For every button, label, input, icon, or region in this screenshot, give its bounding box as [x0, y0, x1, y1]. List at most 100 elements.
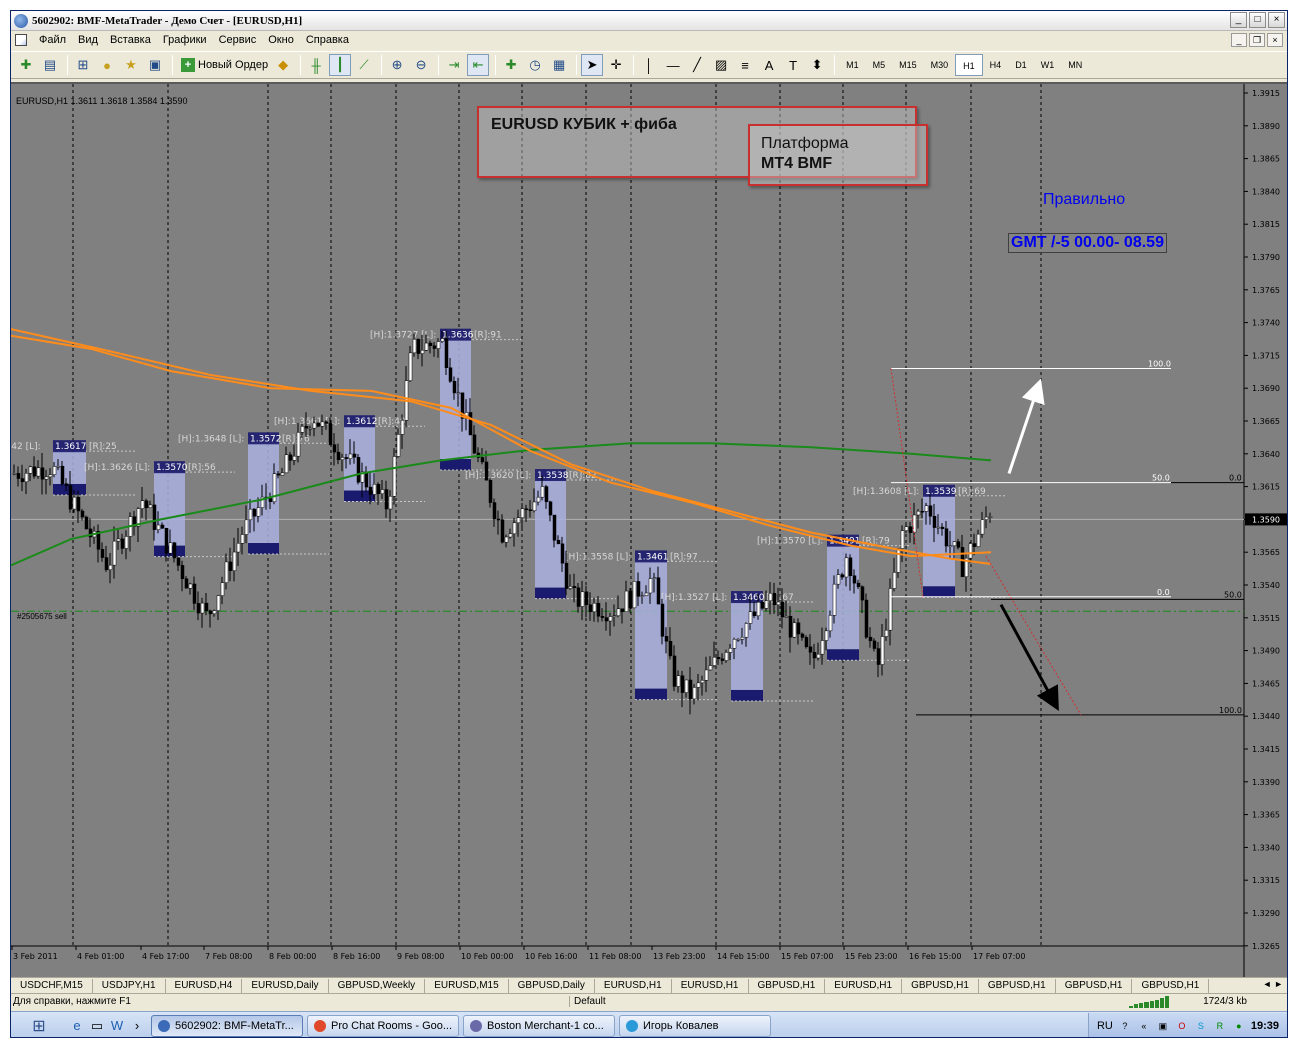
zoom-out-icon[interactable]: ⊖: [410, 54, 432, 76]
mdi-close-button[interactable]: ×: [1267, 33, 1283, 47]
arrows-icon[interactable]: ⬍: [806, 54, 828, 76]
mdi-minimize-button[interactable]: _: [1231, 33, 1247, 47]
chart-tab[interactable]: GBPUSD,H1: [1056, 978, 1133, 993]
line-chart-icon[interactable]: ⟋: [353, 54, 375, 76]
taskbar-task[interactable]: Pro Chat Rooms - Goo...: [307, 1014, 459, 1037]
text-label-icon[interactable]: T: [782, 54, 804, 76]
menu-help[interactable]: Справка: [300, 34, 355, 46]
candle-body: [184, 578, 189, 589]
platform-annotation[interactable]: Платформа МТ4 BMF: [748, 124, 928, 186]
new-chart-icon[interactable]: ✚: [15, 54, 37, 76]
timeframe-h1[interactable]: H1: [955, 54, 983, 76]
bid-price-label: 1.3590: [1252, 515, 1280, 524]
timeframe-m15[interactable]: M15: [892, 54, 924, 76]
autoscroll-icon[interactable]: ⇥: [443, 54, 465, 76]
expert-advisors-icon[interactable]: ◆: [272, 54, 294, 76]
timeframe-m5[interactable]: M5: [866, 54, 893, 76]
chart-tab[interactable]: GBPUSD,H1: [979, 978, 1056, 993]
cursor-icon[interactable]: ➤: [581, 54, 604, 76]
vertical-line-icon[interactable]: │: [638, 54, 660, 76]
timeframe-d1[interactable]: D1: [1008, 54, 1034, 76]
timeframe-w1[interactable]: W1: [1034, 54, 1062, 76]
menu-charts[interactable]: Графики: [157, 34, 213, 46]
ru-tray-icon[interactable]: R: [1213, 1019, 1227, 1033]
menu-tools[interactable]: Сервис: [213, 34, 263, 46]
navigator-icon[interactable]: ★: [120, 54, 142, 76]
opera-tray-icon[interactable]: O: [1175, 1019, 1189, 1033]
fibonacci-icon[interactable]: ≡: [734, 54, 756, 76]
menu-window[interactable]: Окно: [262, 34, 300, 46]
timeframe-mn[interactable]: MN: [1061, 54, 1089, 76]
cube-box-base: [731, 689, 763, 701]
crosshair-icon[interactable]: ✛: [605, 54, 627, 76]
chart-tab[interactable]: GBPUSD,Weekly: [329, 978, 426, 993]
price-tick-label: 1.3490: [1252, 647, 1280, 656]
chart-tab[interactable]: EURUSD,H1: [595, 978, 672, 993]
system-tray: RU ? « ▣ O S R ● 19:39: [1087, 1012, 1287, 1037]
status-profile[interactable]: Default: [569, 996, 606, 1007]
indicators-icon[interactable]: ✚: [500, 54, 522, 76]
chart-tab[interactable]: GBPUSD,H1: [1132, 978, 1210, 993]
minimize-button[interactable]: _: [1230, 12, 1247, 28]
start-button[interactable]: ⊞: [11, 1014, 67, 1038]
cube-label: [H]:1.3608 [L]:: [853, 487, 919, 497]
expand-tray-icon[interactable]: «: [1137, 1019, 1151, 1033]
help-tray-icon[interactable]: ?: [1118, 1019, 1132, 1033]
horizontal-line-icon[interactable]: —: [662, 54, 684, 76]
chart-tab[interactable]: EURUSD,H1: [672, 978, 749, 993]
maximize-button[interactable]: □: [1249, 12, 1266, 28]
chart-tab[interactable]: EURUSD,Daily: [242, 978, 329, 993]
chart-tab[interactable]: EURUSD,M15: [425, 978, 509, 993]
market-watch-icon[interactable]: ⊞: [72, 54, 94, 76]
chart-canvas[interactable]: 1.3915 1.3890 1.3865 1.3840 1.3815 1.3790 1.37…: [11, 84, 1288, 979]
periods-icon[interactable]: ◷: [524, 54, 546, 76]
document-icon[interactable]: [15, 34, 27, 46]
timeframe-m1[interactable]: M1: [839, 54, 866, 76]
chart-tab[interactable]: USDCHF,M15: [11, 978, 93, 993]
chart-tab[interactable]: USDJPY,H1: [93, 978, 166, 993]
chart-tab[interactable]: EURUSD,H1: [825, 978, 903, 993]
antivirus-tray-icon[interactable]: ●: [1232, 1019, 1246, 1033]
data-window-icon[interactable]: ●: [96, 54, 118, 76]
taskbar-task[interactable]: 5602902: BMF-MetaTr...: [151, 1014, 303, 1037]
templates-icon[interactable]: ▦: [548, 54, 570, 76]
equidistant-channel-icon[interactable]: ▨: [710, 54, 732, 76]
terminal-icon[interactable]: ▣: [144, 54, 166, 76]
ie-icon[interactable]: e: [67, 1016, 87, 1036]
network-tray-icon[interactable]: ▣: [1156, 1019, 1170, 1033]
mdi-restore-button[interactable]: ❐: [1249, 33, 1265, 47]
task-icon: [314, 1019, 326, 1032]
tabs-scroll-arrows[interactable]: ◄ ►: [1263, 979, 1283, 989]
text-icon[interactable]: A: [758, 54, 780, 76]
candle-body: [716, 657, 721, 660]
candle-body: [672, 655, 677, 687]
taskbar-task[interactable]: Игорь Ковалев: [619, 1014, 771, 1037]
chart-tab[interactable]: GBPUSD,H1: [902, 978, 979, 993]
price-chart[interactable]: 1.3915 1.3890 1.3865 1.3840 1.3815 1.3790 1.37…: [11, 82, 1288, 979]
new-order-button[interactable]: + Новый Ордер: [177, 54, 272, 76]
taskbar-task[interactable]: Boston Merchant-1 co...: [463, 1014, 615, 1037]
timeframe-h4[interactable]: H4: [983, 54, 1009, 76]
chart-tab[interactable]: EURUSD,H4: [166, 978, 243, 993]
chart-tab[interactable]: GBPUSD,H1: [749, 978, 826, 993]
menu-view[interactable]: Вид: [72, 34, 104, 46]
candle-body: [320, 421, 325, 427]
candle-body: [212, 610, 217, 615]
menu-file[interactable]: Файл: [33, 34, 72, 46]
close-button[interactable]: ×: [1268, 12, 1285, 28]
candle-body: [624, 590, 629, 612]
bar-chart-icon[interactable]: ╫: [305, 54, 327, 76]
chart-tab[interactable]: GBPUSD,Daily: [509, 978, 595, 993]
timeframe-m30[interactable]: M30: [924, 54, 956, 76]
word-icon[interactable]: W: [107, 1016, 127, 1036]
profiles-icon[interactable]: ▤: [39, 54, 61, 76]
candlestick-icon[interactable]: ┃: [329, 54, 352, 76]
trend-line-icon[interactable]: ╱: [686, 54, 708, 76]
desktop-icon[interactable]: ▭: [87, 1016, 107, 1036]
zoom-in-icon[interactable]: ⊕: [386, 54, 408, 76]
language-indicator[interactable]: RU: [1097, 1020, 1113, 1032]
quicklaunch-more-icon[interactable]: ›: [127, 1016, 147, 1036]
skype-tray-icon[interactable]: S: [1194, 1019, 1208, 1033]
menu-insert[interactable]: Вставка: [104, 34, 157, 46]
chart-shift-icon[interactable]: ⇤: [467, 54, 490, 76]
